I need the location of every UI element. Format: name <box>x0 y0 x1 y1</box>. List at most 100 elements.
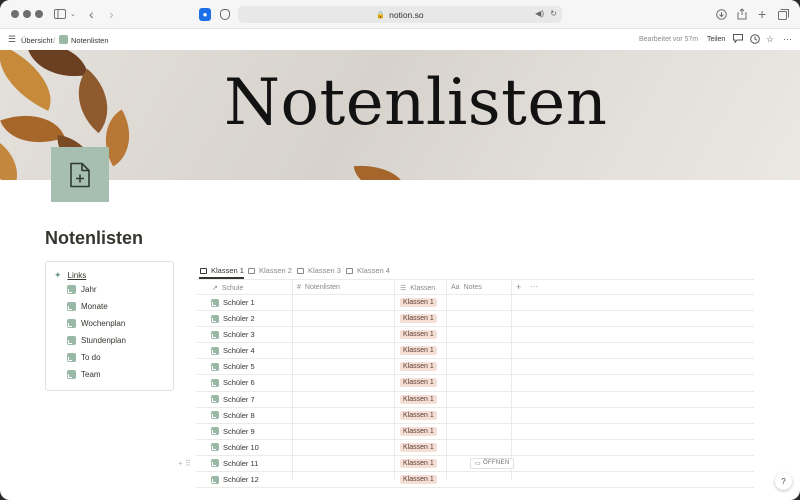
edited-status: Bearbeitet vor 57m <box>639 36 699 43</box>
table-row[interactable]: Schüler 1 Klassen 1 <box>196 295 754 312</box>
tab-klassen-1[interactable]: Klassen 1 <box>200 266 244 275</box>
share-button[interactable]: Teilen <box>707 36 725 43</box>
forward-icon[interactable]: › <box>109 5 114 23</box>
klassen-tag: Klassen 1 <box>400 410 437 420</box>
page-cover: Notenlisten <box>0 50 800 180</box>
table-row[interactable]: Schüler 7 Klassen 1 <box>196 392 754 408</box>
page-small-icon <box>59 35 68 44</box>
new-tab-icon[interactable]: + <box>758 5 766 23</box>
table-row[interactable]: Schüler 12 Klassen 1 <box>196 472 754 489</box>
more-icon[interactable]: ··· <box>783 34 792 44</box>
list-icon: ☰ <box>400 285 407 292</box>
table-row[interactable]: Schüler 5 Klassen 1 <box>196 359 754 376</box>
page-link-icon <box>211 378 219 387</box>
url-text: notion.so <box>389 9 424 20</box>
cover-title: Notenlisten <box>224 66 608 140</box>
page-link-icon <box>67 370 76 379</box>
page-link-icon <box>211 298 219 307</box>
page-title[interactable]: Notenlisten <box>45 228 143 249</box>
tab-klassen-3[interactable]: Klassen 3 <box>297 266 341 275</box>
share-icon[interactable] <box>737 5 747 23</box>
klassen-tag: Klassen 1 <box>400 346 437 356</box>
link-item-stundenplan[interactable]: Stundenplan <box>67 336 126 345</box>
browser-toolbar: ⌄ ‹ › ● 🔒 notion.so ◀) ↻ + <box>0 0 800 29</box>
leaf-decoration <box>353 161 407 180</box>
audio-icon[interactable]: ◀) <box>535 9 544 18</box>
links-heading[interactable]: ✦ Links <box>54 270 86 281</box>
link-item-wochenplan[interactable]: Wochenplan <box>67 319 125 328</box>
link-item-monate[interactable]: Monate <box>67 302 108 311</box>
table-row[interactable]: Schüler 6 Klassen 1 <box>196 375 754 392</box>
open-icon: ▭ <box>475 460 481 467</box>
link-item-jahr[interactable]: Jahr <box>67 285 97 294</box>
klassen-tag: Klassen 1 <box>400 298 437 307</box>
page-link-icon <box>67 302 76 311</box>
table-icon <box>200 267 207 274</box>
more-options-icon[interactable]: ··· <box>530 282 538 291</box>
tab-overview-icon[interactable] <box>778 5 789 23</box>
klassen-tag: Klassen 1 <box>400 314 437 324</box>
number-icon: # <box>297 284 301 291</box>
column-header-notenlisten[interactable]: # Notenlisten <box>297 284 340 291</box>
page-link-icon <box>211 411 219 420</box>
table-row[interactable]: Schüler 10 Klassen 1 <box>196 440 754 456</box>
tab-klassen-2[interactable]: Klassen 2 <box>248 266 292 275</box>
zoom-window-button[interactable] <box>35 10 43 18</box>
table-row[interactable]: Schüler 9 Klassen 1 <box>196 424 754 440</box>
row-drag-handle-icon[interactable]: + ⠿ <box>178 459 191 468</box>
link-item-todo[interactable]: To do <box>67 353 101 362</box>
table-row[interactable]: Schüler 3 Klassen 1 <box>196 327 754 344</box>
leaf-decoration <box>0 141 31 180</box>
breadcrumb-parent[interactable]: Übersicht <box>21 36 53 45</box>
column-header-notes[interactable]: Aa Notes <box>451 284 482 291</box>
table-icon <box>297 267 304 274</box>
address-bar[interactable]: 🔒 notion.so ◀) ↻ <box>238 6 562 23</box>
help-button[interactable]: ? <box>775 473 792 490</box>
close-window-button[interactable] <box>11 10 19 18</box>
column-header-klassen[interactable]: ☰ Klassen <box>400 284 435 293</box>
extension-icon[interactable]: ● <box>199 8 211 21</box>
page-link-icon <box>211 346 219 355</box>
comment-icon[interactable] <box>733 34 743 45</box>
table-row[interactable]: Schüler 8 Klassen 1 <box>196 408 754 424</box>
history-icon[interactable] <box>750 34 760 46</box>
klassen-tag: Klassen 1 <box>400 442 437 452</box>
reload-icon[interactable]: ↻ <box>550 9 557 18</box>
browser-window: ⌄ ‹ › ● 🔒 notion.so ◀) ↻ + ☰ Übersicht /… <box>0 0 800 500</box>
page-link-icon <box>211 362 219 371</box>
open-row-button[interactable]: ▭ ÖFFNEN <box>470 457 515 469</box>
menu-icon[interactable]: ☰ <box>8 34 16 45</box>
links-box: ✦ Links Jahr Monate Wochenplan Stundenpl… <box>45 261 174 391</box>
download-icon[interactable] <box>716 5 727 23</box>
page-link-icon <box>67 285 76 294</box>
page-icon[interactable] <box>51 147 109 202</box>
privacy-shield-icon[interactable] <box>220 9 230 20</box>
breadcrumb-separator: / <box>53 36 56 45</box>
tab-klassen-4[interactable]: Klassen 4 <box>346 266 390 275</box>
table-row[interactable]: + ⠿ Schüler 11 Klassen 1 ▭ ÖFFNEN <box>178 456 754 473</box>
minimize-window-button[interactable] <box>23 10 31 18</box>
page-link-icon <box>211 475 219 484</box>
sparkle-icon: ✦ <box>54 270 62 280</box>
chevron-down-icon[interactable]: ⌄ <box>70 5 76 23</box>
table-icon <box>248 267 255 274</box>
database-table: ↗ Schule # Notenlisten ☰ Klassen Aa Notes + … <box>178 280 754 489</box>
file-plus-icon <box>70 162 90 187</box>
sidebar-toggle-icon[interactable] <box>53 5 67 23</box>
star-icon[interactable]: ☆ <box>766 34 774 45</box>
page-link-icon <box>211 459 219 468</box>
add-column-icon[interactable]: + <box>516 282 521 292</box>
back-icon[interactable]: ‹ <box>89 5 94 23</box>
table-icon <box>346 267 353 274</box>
table-row[interactable]: Schüler 2 Klassen 1 <box>196 311 754 328</box>
breadcrumb-current[interactable]: Notenlisten <box>71 36 109 45</box>
klassen-tag: Klassen 1 <box>400 475 437 485</box>
klassen-tag: Klassen 1 <box>400 362 437 372</box>
column-header-schule[interactable]: ↗ Schule <box>212 284 243 293</box>
page-link-icon <box>211 330 219 339</box>
table-row[interactable]: Schüler 4 Klassen 1 <box>196 343 754 360</box>
link-item-team[interactable]: Team <box>67 370 101 379</box>
klassen-tag: Klassen 1 <box>400 426 437 436</box>
page-link-icon <box>211 395 219 404</box>
lock-icon: 🔒 <box>376 11 386 19</box>
